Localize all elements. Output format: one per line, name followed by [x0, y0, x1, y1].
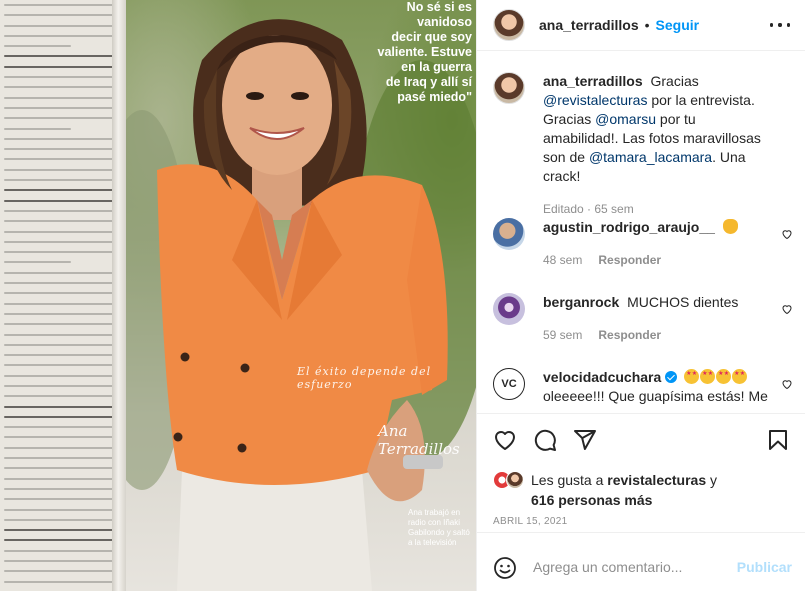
comment-item: VC velocidadcuchara oleeeee!!! Que guapí… — [493, 368, 793, 412]
likes-suffix: y — [710, 472, 718, 488]
caption-timestamp: Editado · 65 sem — [543, 202, 634, 216]
comment-timestamp: 59 sem — [543, 328, 583, 342]
clapping-hands-emoji-icon — [722, 219, 738, 234]
mention-tamara-lacamara[interactable]: @tamara_lacamara — [589, 149, 712, 165]
save-bookmark-icon[interactable] — [766, 428, 790, 452]
add-comment-bar: Publicar — [477, 532, 805, 591]
comment-icon[interactable] — [533, 428, 557, 452]
likes-prefix: Les gusta a — [531, 472, 604, 488]
mention-omarsu[interactable]: @omarsu — [595, 111, 656, 127]
commenter-avatar[interactable]: VC — [493, 368, 525, 400]
comment-input[interactable] — [533, 555, 733, 579]
comment-item: agustin_rodrigo_araujo__ 48 sem Responde… — [493, 218, 793, 278]
author-username[interactable]: ana_terradillos — [539, 17, 639, 33]
magazine-fold — [112, 0, 126, 591]
magazine-quote: No sé si es vanidoso decir que soy valie… — [377, 0, 473, 104]
signature-phrase: El éxito depende del esfuerzo — [297, 365, 432, 391]
star-struck-emoji-icon — [716, 369, 732, 384]
commenter-avatar[interactable] — [493, 218, 525, 250]
magazine-text-column — [0, 0, 122, 591]
comment-item: berganrock MUCHOS dientes 59 sem Respond… — [493, 293, 793, 353]
handwritten-signature: Ana Terradillos — [378, 422, 460, 458]
star-struck-emoji-icon — [732, 369, 748, 384]
comment-meta: 48 sem Responder — [543, 251, 773, 270]
likes-count[interactable]: 616 personas más — [531, 492, 652, 508]
commenter-username[interactable]: velocidadcuchara — [543, 369, 661, 385]
likes-summary: Les gusta a revistalecturas y 616 person… — [493, 470, 793, 510]
post-actions: Les gusta a revistalecturas y 616 person… — [477, 413, 805, 531]
comment-text: oleeeee!!! Que guapísima estás! Me — [543, 388, 768, 404]
magazine-caption: Ana trabajó en radio con Iñaki Gabilondo… — [408, 508, 470, 547]
commenter-avatar[interactable] — [493, 293, 525, 325]
post-details-panel: ana_terradillos • Seguir ana_terradillos… — [476, 0, 805, 591]
comments-list[interactable]: ana_terradillos Gracias @revistalecturas… — [477, 52, 805, 412]
share-icon[interactable] — [573, 428, 597, 452]
post-caption: ana_terradillos Gracias @revistalecturas… — [493, 72, 793, 216]
verified-badge-icon — [665, 371, 678, 383]
magazine-photo-page: No sé si es vanidoso decir que soy valie… — [122, 0, 476, 591]
follow-button[interactable]: Seguir — [656, 17, 700, 33]
star-struck-emoji-icon — [700, 369, 716, 384]
more-options-icon[interactable] — [770, 17, 790, 33]
commenter-username[interactable]: berganrock — [543, 294, 619, 310]
mention-revistalecturas[interactable]: @revistalecturas — [543, 92, 647, 108]
emoji-smile-icon[interactable] — [493, 556, 517, 580]
caption-text-1: Gracias — [650, 73, 699, 89]
liker-username[interactable]: revistalecturas — [607, 472, 706, 488]
commenter-username[interactable]: agustin_rodrigo_araujo__ — [543, 219, 715, 235]
liker-avatar — [506, 471, 524, 489]
caption-meta: Editado · 65 sem — [543, 200, 773, 219]
instagram-post-view: No sé si es vanidoso decir que soy valie… — [0, 0, 805, 591]
like-comment-heart-icon[interactable] — [781, 378, 793, 390]
comment-text: MUCHOS dientes — [627, 294, 739, 310]
like-heart-icon[interactable] — [493, 428, 517, 452]
comment-timestamp: 48 sem — [543, 253, 583, 267]
star-struck-emoji-icon — [684, 369, 700, 384]
header-separator: • — [644, 17, 650, 33]
author-avatar[interactable] — [493, 9, 525, 41]
reply-button[interactable]: Responder — [598, 251, 661, 270]
post-photo[interactable]: No sé si es vanidoso decir que soy valie… — [0, 0, 476, 591]
comment-meta: 59 sem Responder — [543, 326, 773, 345]
reply-button[interactable]: Responder — [598, 326, 661, 345]
like-comment-heart-icon[interactable] — [781, 228, 793, 240]
caption-author-username[interactable]: ana_terradillos — [543, 73, 643, 89]
like-comment-heart-icon[interactable] — [781, 303, 793, 315]
post-header: ana_terradillos • Seguir — [477, 0, 805, 51]
post-date[interactable]: ABRIL 15, 2021 — [493, 516, 567, 527]
caption-author-avatar[interactable] — [493, 72, 525, 104]
action-icons — [493, 428, 790, 456]
publish-button[interactable]: Publicar — [737, 559, 792, 575]
